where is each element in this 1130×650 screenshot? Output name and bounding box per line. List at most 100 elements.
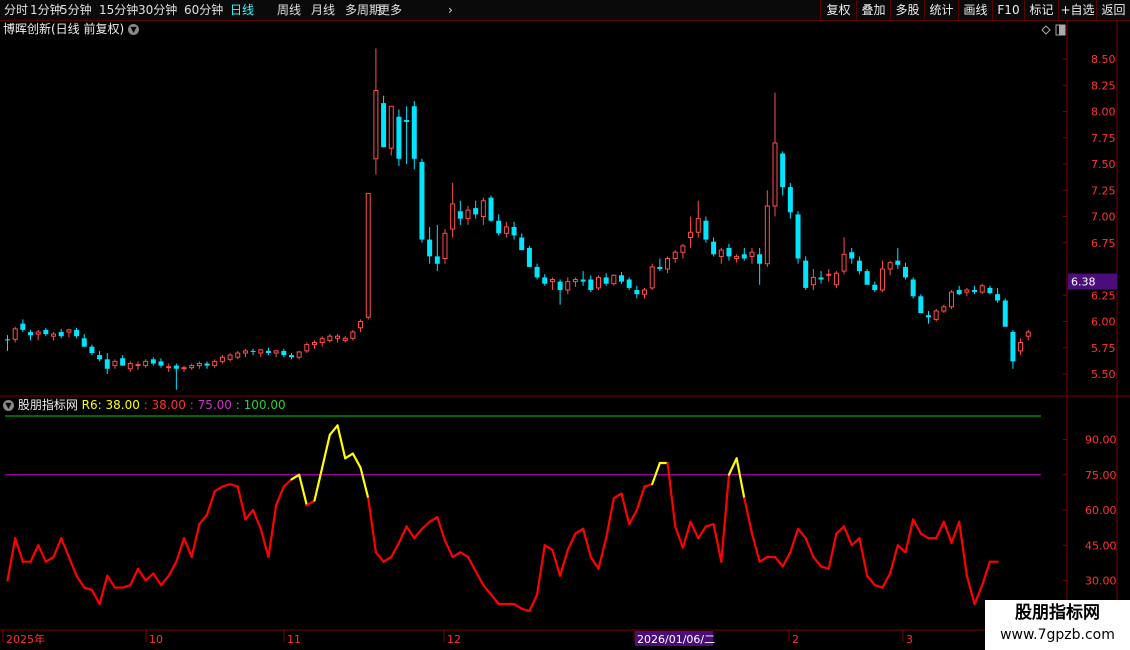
- indicator-segment: [827, 532, 838, 570]
- candle-body-up: [665, 258, 671, 270]
- indicator-segment: [359, 466, 370, 500]
- price-tick-label: 8.50: [1091, 53, 1116, 66]
- candle-body-down: [457, 211, 463, 219]
- indicator-segment: [390, 541, 401, 559]
- price-tick-label: 5.75: [1091, 342, 1116, 355]
- indicator-segment: [482, 584, 493, 596]
- candle-body-down: [803, 260, 809, 288]
- candle-body-down: [120, 358, 126, 366]
- indicator-segment: [428, 515, 439, 523]
- indicator-layer: [5, 415, 1041, 613]
- candle-body-up: [680, 245, 686, 253]
- candle-body-down: [956, 290, 962, 295]
- indicator-segment: [881, 572, 892, 589]
- candle-body-down: [557, 281, 563, 290]
- candle-body-down: [780, 153, 786, 188]
- candle-body-up: [672, 251, 678, 259]
- indicator-segment: [942, 520, 953, 545]
- candle-body-down: [20, 323, 26, 330]
- candle-body-down: [511, 227, 517, 236]
- candle-body-down: [427, 239, 433, 257]
- candle-body-up: [304, 344, 310, 352]
- candle-body-down: [542, 277, 548, 284]
- price-axis: 8.50 8.25 8.00 7.75 7.50 7.25 7.00 6.75 6.25 6.00…: [1063, 53, 1117, 381]
- indicator-segment: [612, 492, 623, 500]
- candle-body-up: [35, 331, 41, 335]
- indicator-segment: [397, 525, 408, 545]
- indicator-segment: [244, 508, 255, 521]
- candles-layer: [5, 48, 1031, 390]
- candle-body-up: [734, 255, 740, 259]
- indicator-segment: [451, 551, 462, 559]
- indicator-segment: [236, 485, 247, 521]
- candle-body-down: [741, 254, 747, 259]
- candle-body-up: [166, 366, 172, 369]
- time-tick-label: 10: [149, 633, 163, 646]
- candle-body-up: [549, 279, 555, 283]
- price-tick-label: 6.25: [1091, 289, 1116, 302]
- indicator-segment: [52, 537, 63, 559]
- candle-body-down: [250, 350, 256, 352]
- candle-body-down: [603, 277, 609, 284]
- candle-body-down: [856, 260, 862, 272]
- candle-body-up: [112, 360, 118, 367]
- indicator-segment: [198, 513, 209, 526]
- indicator-segment: [712, 522, 723, 563]
- candle-body-down: [288, 355, 294, 358]
- indicator-segment: [935, 520, 945, 540]
- time-tick-label: 11: [287, 633, 301, 646]
- time-axis: 2025年 10 11 12 2026/01/06/二 2 3: [2, 630, 913, 646]
- diamond-icon: [1041, 25, 1051, 35]
- candle-body-down: [918, 296, 924, 314]
- candle-body-down: [58, 332, 64, 337]
- brand-name: 股朋指标网: [1015, 603, 1100, 623]
- indicator-segment: [666, 461, 677, 528]
- indicator-segment: [597, 537, 608, 570]
- candle-body-down: [526, 248, 532, 267]
- indicator-segment: [405, 525, 416, 540]
- candle-body-down: [926, 315, 931, 318]
- candle-body-up: [181, 367, 187, 370]
- candle-body-up: [1018, 342, 1024, 352]
- candle-body-up: [342, 337, 348, 341]
- indicator-segment: [812, 555, 823, 568]
- indicator-segment: [689, 520, 700, 540]
- indicator-segment: [574, 527, 585, 535]
- candle-body-up: [465, 209, 471, 220]
- indicator-segment: [136, 567, 147, 582]
- candle-body-up: [358, 321, 364, 329]
- indicator-segment: [896, 544, 907, 554]
- candle-body-down: [158, 361, 164, 366]
- indicator-tick-label: 45.00: [1085, 539, 1117, 552]
- candle-body-down: [265, 350, 271, 353]
- candle-body-up: [572, 279, 578, 283]
- candle-body-down: [519, 237, 525, 251]
- indicator-segment: [720, 473, 731, 563]
- candle-body-up: [196, 363, 202, 367]
- candle-body-down: [43, 329, 49, 335]
- indicator-segment: [459, 551, 470, 559]
- candle-body-down: [411, 106, 417, 159]
- indicator-segment: [758, 555, 769, 563]
- candle-body-down: [987, 287, 993, 294]
- candle-body-down: [89, 346, 95, 353]
- candle-body-down: [895, 260, 901, 265]
- candle-body-up: [327, 335, 333, 341]
- time-tick-label: 2025年: [6, 632, 45, 646]
- candle-body-up: [879, 268, 885, 291]
- time-tick-label: 3: [906, 633, 913, 646]
- indicator-segment: [213, 485, 224, 493]
- indicator-segment: [773, 555, 784, 568]
- indicator-segment: [958, 520, 968, 577]
- candle-body-down: [281, 350, 287, 356]
- indicator-segment: [336, 424, 347, 460]
- indicator-segment: [436, 515, 447, 542]
- indicator-segment: [190, 522, 201, 559]
- indicator-segment: [374, 551, 385, 563]
- indicator-segment: [367, 497, 377, 554]
- candle-body-down: [634, 290, 640, 295]
- indicator-segment: [965, 574, 976, 606]
- indicator-segment: [75, 574, 86, 589]
- chart-canvas[interactable]: 8.50 8.25 8.00 7.75 7.50 7.25 7.00 6.75 6.25 6.00…: [0, 0, 1130, 650]
- candle-body-up: [503, 226, 509, 234]
